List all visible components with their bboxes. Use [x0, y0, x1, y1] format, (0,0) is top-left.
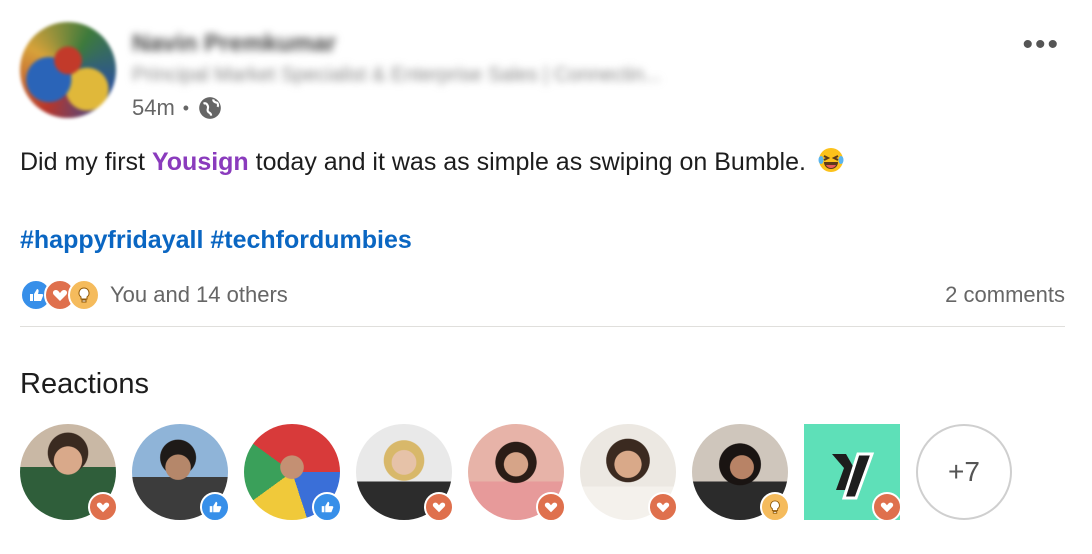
love-badge-icon	[88, 492, 118, 522]
love-badge-icon	[872, 492, 902, 522]
meta-separator: •	[182, 97, 190, 118]
reaction-summary[interactable]: You and 14 others	[20, 279, 288, 311]
love-badge-icon	[536, 492, 566, 522]
post-time: 54m	[132, 95, 175, 120]
reactor-avatar[interactable]	[20, 424, 118, 522]
post-text-after: today and it was as simple as swiping on…	[248, 148, 806, 176]
globe-icon	[199, 97, 221, 119]
hashtags: #happyfridayall #techfordumbies	[20, 226, 412, 255]
reactor-avatar[interactable]	[468, 424, 566, 522]
mention-link[interactable]: Yousign	[152, 148, 249, 176]
author-name[interactable]: Navin Premkumar	[132, 30, 336, 57]
social-counts: You and 14 others 2 comments	[20, 278, 1065, 312]
reactor-avatar[interactable]	[580, 424, 678, 522]
divider	[20, 326, 1065, 327]
reactions-count-text[interactable]: You and 14 others	[110, 282, 288, 308]
post-meta: 54m •	[132, 95, 223, 121]
post-text-before: Did my first	[20, 148, 152, 176]
like-badge-icon	[312, 492, 342, 522]
reactor-avatar[interactable]	[804, 424, 902, 522]
reactor-avatar[interactable]	[132, 424, 230, 522]
post-text: Did my first Yousign today and it was as…	[20, 146, 845, 177]
reactor-avatar[interactable]	[692, 424, 790, 522]
reactor-avatar[interactable]	[356, 424, 454, 522]
author-headline: Principal Market Specialist & Enterprise…	[132, 64, 661, 86]
reactor-avatar[interactable]	[244, 424, 342, 522]
author-avatar[interactable]	[20, 22, 116, 118]
more-options-icon[interactable]: •••	[1022, 28, 1060, 62]
comments-count[interactable]: 2 comments	[945, 282, 1065, 308]
laughing-crying-emoji-icon	[818, 148, 844, 172]
love-badge-icon	[424, 492, 454, 522]
love-badge-icon	[648, 492, 678, 522]
reactions-heading: Reactions	[20, 368, 149, 400]
reactors-list: +7	[20, 424, 1012, 522]
insightful-badge-icon	[760, 492, 790, 522]
like-badge-icon	[200, 492, 230, 522]
insightful-reaction-icon	[68, 279, 100, 311]
hashtag-techfordumbies[interactable]: #techfordumbies	[210, 226, 411, 254]
hashtag-happyfridayall[interactable]: #happyfridayall	[20, 226, 203, 254]
more-reactors-button[interactable]: +7	[916, 424, 1012, 520]
